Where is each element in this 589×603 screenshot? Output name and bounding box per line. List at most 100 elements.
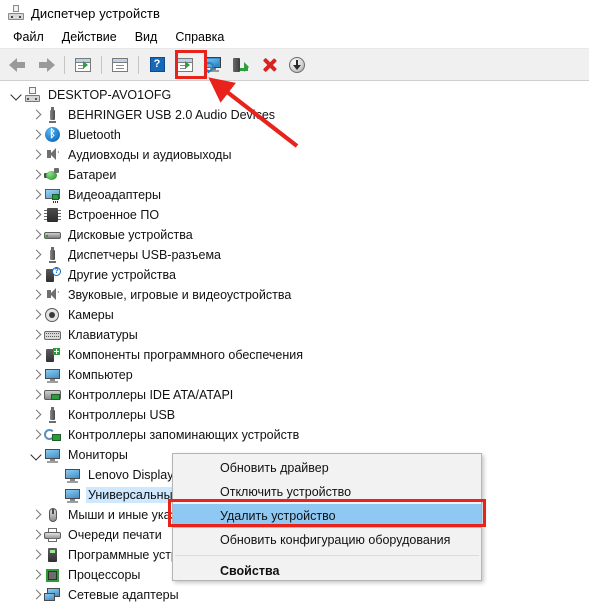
unknown-device-icon: ? <box>44 267 61 283</box>
tree-item-label: Клавиатуры <box>68 328 138 342</box>
tree-item-processors[interactable]: Процессоры <box>0 565 142 585</box>
help-button[interactable]: ? <box>144 52 170 78</box>
tree-item-print-queues[interactable]: Очереди печати <box>0 525 164 545</box>
context-menu[interactable]: Обновить драйвер Отключить устройство Уд… <box>172 453 482 581</box>
tree-item-label: Контроллеры USB <box>68 408 176 422</box>
tree-item-label: Компьютер <box>68 368 133 382</box>
chevron-right-icon[interactable] <box>28 367 44 383</box>
firmware-chip-icon <box>44 207 61 223</box>
tree-item-sound-video-game[interactable]: Звуковые, игровые и видеоустройства <box>0 285 293 305</box>
chevron-right-icon[interactable] <box>28 247 44 263</box>
chevron-right-icon[interactable] <box>28 587 44 603</box>
battery-icon <box>44 167 61 183</box>
chevron-right-icon[interactable] <box>28 527 44 543</box>
tree-item-storage-controllers[interactable]: Контроллеры запоминающих устройств <box>0 425 301 445</box>
chevron-right-icon[interactable] <box>28 107 44 123</box>
chevron-right-icon[interactable] <box>28 127 44 143</box>
chevron-down-icon[interactable] <box>28 447 44 463</box>
driver-update-icon <box>233 57 249 73</box>
chevron-right-icon[interactable] <box>28 387 44 403</box>
tree-item-label: Звуковые, игровые и видеоустройства <box>68 288 292 302</box>
storage-controller-icon <box>44 427 61 443</box>
tree-item-behringer[interactable]: BEHRINGER USB 2.0 Audio Devices <box>0 105 277 125</box>
device-manager-icon <box>8 5 24 21</box>
context-menu-item-disable-device[interactable]: Отключить устройство <box>173 480 481 504</box>
tree-item-batteries[interactable]: Батареи <box>0 165 118 185</box>
chevron-right-icon[interactable] <box>28 547 44 563</box>
tree-item-software-components[interactable]: Компоненты программного обеспечения <box>0 345 305 365</box>
tree-item-label: Компоненты программного обеспечения <box>68 348 303 362</box>
red-x-icon <box>261 57 277 73</box>
tree-item-label: Диспетчеры USB-разъема <box>68 248 221 262</box>
chevron-right-icon[interactable] <box>28 267 44 283</box>
software-component-icon <box>44 347 61 363</box>
tree-item-monitors[interactable]: Мониторы <box>0 445 130 465</box>
context-menu-item-scan-hardware-changes[interactable]: Обновить конфигурацию оборудования <box>173 528 481 552</box>
tree-item-label: Сетевые адаптеры <box>68 588 179 602</box>
tree-item-other-devices[interactable]: ? Другие устройства <box>0 265 178 285</box>
tree-item-keyboards[interactable]: Клавиатуры <box>0 325 140 345</box>
tree-item-display-adapters[interactable]: Видеоадаптеры <box>0 185 163 205</box>
chevron-right-icon[interactable] <box>28 407 44 423</box>
menu-view[interactable]: Вид <box>126 28 167 46</box>
update-driver-button[interactable] <box>228 52 254 78</box>
tree-item-usb-controllers[interactable]: Контроллеры USB <box>0 405 177 425</box>
tree-item-label: Очереди печати <box>68 528 162 542</box>
tree-root-item[interactable]: DESKTOP-AVO1OFG <box>0 85 173 105</box>
tree-item-ide-ata-atapi[interactable]: Контроллеры IDE ATA/ATAPI <box>0 385 235 405</box>
chevron-right-icon[interactable] <box>28 327 44 343</box>
tree-item-bluetooth[interactable]: ᛒ Bluetooth <box>0 125 123 145</box>
tree-item-label: Мониторы <box>68 448 128 462</box>
usb-icon <box>44 407 61 423</box>
chevron-right-icon[interactable] <box>28 567 44 583</box>
back-button[interactable] <box>5 52 31 78</box>
usb-icon <box>44 107 61 123</box>
tree-item-firmware[interactable]: Встроенное ПО <box>0 205 161 225</box>
properties-button[interactable] <box>107 52 133 78</box>
chevron-right-icon[interactable] <box>28 307 44 323</box>
printer-icon <box>44 527 61 543</box>
camera-icon <box>44 307 61 323</box>
tree-item-computer[interactable]: Компьютер <box>0 365 135 385</box>
show-hide-console-tree-button[interactable] <box>70 52 96 78</box>
context-menu-item-uninstall-device[interactable]: Удалить устройство <box>173 504 481 528</box>
tree-item-label: DESKTOP-AVO1OFG <box>48 88 172 102</box>
chevron-right-icon[interactable] <box>28 147 44 163</box>
chevron-right-icon[interactable] <box>28 227 44 243</box>
chevron-right-icon[interactable] <box>28 167 44 183</box>
chevron-right-icon[interactable] <box>28 187 44 203</box>
chevron-right-icon[interactable] <box>28 347 44 363</box>
tree-item-label: Bluetooth <box>68 128 121 142</box>
tree-item-disk-drives[interactable]: Дисковые устройства <box>0 225 195 245</box>
scan-hardware-changes-button[interactable] <box>200 52 226 78</box>
context-menu-item-properties[interactable]: Свойства <box>173 559 481 583</box>
tree-item-label: Аудиовходы и аудиовыходы <box>68 148 232 162</box>
mouse-icon <box>44 507 61 523</box>
context-menu-item-update-driver[interactable]: Обновить драйвер <box>173 456 481 480</box>
display-adapter-icon <box>44 187 61 203</box>
chevron-right-icon[interactable] <box>28 427 44 443</box>
action-list-button[interactable] <box>172 52 198 78</box>
monitor-icon <box>64 487 81 503</box>
monitor-magnifier-icon <box>204 57 222 74</box>
toolbar-separator <box>138 55 139 74</box>
menu-help[interactable]: Справка <box>166 28 233 46</box>
tree-item-usb-connector-managers[interactable]: Диспетчеры USB-разъема <box>0 245 223 265</box>
tree-item-network-adapters[interactable]: Сетевые адаптеры <box>0 585 181 603</box>
tree-item-audio-inputs-outputs[interactable]: Аудиовходы и аудиовыходы <box>0 145 233 165</box>
tree-item-label: Процессоры <box>68 568 141 582</box>
chevron-right-icon[interactable] <box>28 507 44 523</box>
tree-item-cameras[interactable]: Камеры <box>0 305 116 325</box>
chevron-right-icon[interactable] <box>28 207 44 223</box>
monitor-icon <box>44 367 61 383</box>
forward-button[interactable] <box>33 52 59 78</box>
menu-file[interactable]: Файл <box>4 28 53 46</box>
chevron-right-icon[interactable] <box>28 287 44 303</box>
chevron-down-icon[interactable] <box>8 87 24 103</box>
menu-action[interactable]: Действие <box>53 28 126 46</box>
disable-device-button[interactable] <box>284 52 310 78</box>
title-bar: Диспетчер устройств <box>0 0 589 26</box>
uninstall-device-button[interactable] <box>256 52 282 78</box>
network-adapter-icon <box>44 587 61 603</box>
ide-controller-icon <box>44 387 61 403</box>
